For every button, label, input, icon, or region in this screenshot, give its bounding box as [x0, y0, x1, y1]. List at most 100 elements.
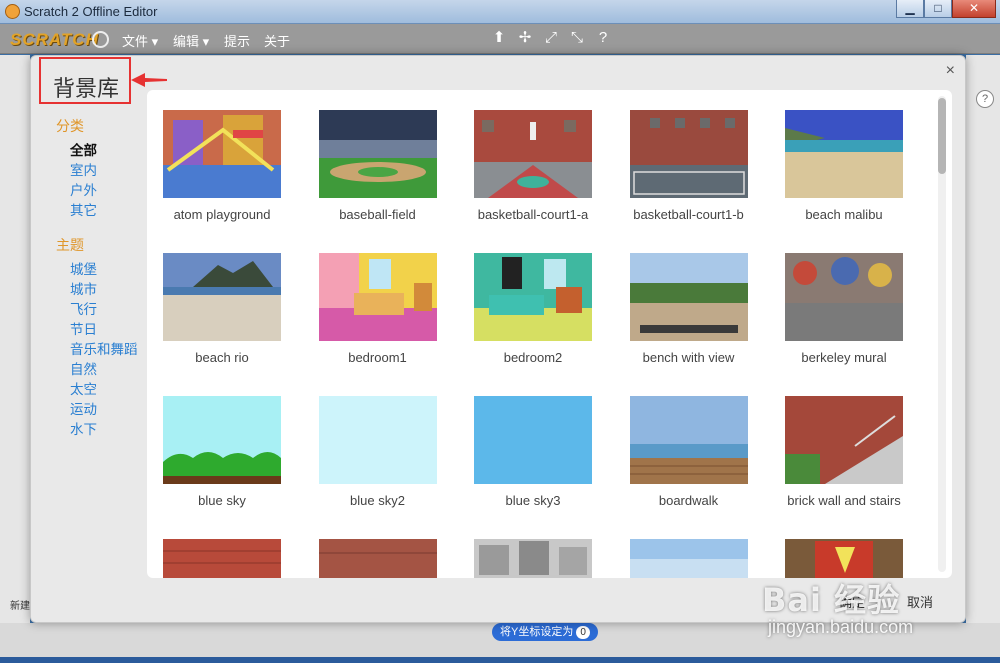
backdrop-tile[interactable]: atom playground [163, 110, 281, 243]
backdrop-label: blue sky [198, 493, 246, 508]
backdrop-tile[interactable]: beach rio [163, 253, 281, 386]
categories-heading: 分类 [56, 118, 84, 134]
ok-button[interactable]: 确定 [839, 592, 865, 611]
category-indoors[interactable]: 室内 [56, 161, 156, 181]
title-highlight-box [39, 57, 131, 104]
themes-heading: 主题 [56, 237, 84, 253]
theme-castle[interactable]: 城堡 [56, 260, 156, 280]
backdrop-thumbnail [474, 539, 592, 578]
annotation-arrow-icon [131, 73, 167, 87]
backdrop-label: beach rio [195, 350, 249, 365]
close-window-button[interactable]: ✕ [952, 0, 996, 18]
theme-space[interactable]: 太空 [56, 380, 156, 400]
set-y-block[interactable]: 将Y坐标设定为 0 [492, 623, 598, 641]
menu-file[interactable]: 文件 ▾ [122, 31, 158, 50]
dialog-close-icon[interactable]: × [946, 62, 955, 80]
backdrop-label: basketball-court1-a [477, 207, 589, 222]
minimize-button[interactable]: ▁ [896, 0, 924, 18]
backdrop-tile[interactable] [474, 539, 592, 578]
backdrop-thumbnail [163, 539, 281, 578]
backdrop-thumbnail [785, 110, 903, 198]
editor-scripts-area [966, 55, 1000, 663]
menu-edit[interactable]: 编辑 ▾ [173, 31, 209, 50]
theme-holiday[interactable]: 节日 [56, 320, 156, 340]
editor-stage-area [0, 55, 30, 663]
backdrop-label: basketball-court1-b [633, 207, 744, 222]
language-globe-icon[interactable] [92, 31, 109, 48]
backdrop-thumbnail [785, 396, 903, 484]
grid-scrollbar[interactable] [938, 96, 946, 572]
backdrop-tile[interactable]: boardwalk [629, 396, 748, 529]
backdrop-label: baseball-field [339, 207, 416, 222]
theme-flying[interactable]: 飞行 [56, 300, 156, 320]
theme-city[interactable]: 城市 [56, 280, 156, 300]
backdrop-tile[interactable]: baseball-field [318, 110, 437, 243]
category-sidebar: 分类 全部 室内 户外 其它 主题 城堡 城市 飞行 节日 音乐和舞蹈 自然 太… [56, 116, 156, 440]
backdrop-tile[interactable]: blue sky [163, 396, 281, 529]
backdrop-tile[interactable]: bedroom1 [318, 253, 437, 386]
theme-underwater[interactable]: 水下 [56, 420, 156, 440]
backdrop-tile[interactable]: bench with view [629, 253, 748, 386]
backdrop-label: bedroom1 [348, 350, 407, 365]
category-other[interactable]: 其它 [56, 201, 156, 221]
backdrop-label: bench with view [642, 350, 735, 365]
scripts-help-icon[interactable]: ? [976, 90, 994, 108]
set-y-block-label: 将Y坐标设定为 [500, 626, 574, 638]
backdrop-tile[interactable] [785, 539, 903, 578]
backdrop-thumbnail [629, 253, 748, 341]
scrollbar-thumb[interactable] [938, 98, 946, 174]
backdrop-grid-panel: atom playground baseball-field basketbal… [147, 90, 952, 578]
grow-icon[interactable]: ⤢ [542, 29, 560, 47]
backdrop-label: berkeley mural [801, 350, 887, 365]
backdrop-thumbnail [318, 253, 437, 341]
backdrop-label: blue sky3 [505, 493, 561, 508]
backdrop-tile[interactable] [163, 539, 281, 578]
backdrop-grid: atom playground baseball-field basketbal… [163, 110, 903, 578]
backdrop-thumbnail [474, 110, 592, 198]
backdrop-thumbnail [163, 396, 281, 484]
set-y-block-value[interactable]: 0 [576, 626, 590, 639]
category-outdoors[interactable]: 户外 [56, 181, 156, 201]
backdrop-tile[interactable]: berkeley mural [785, 253, 903, 386]
backdrop-thumbnail [318, 110, 437, 198]
category-all[interactable]: 全部 [56, 141, 156, 161]
maximize-button[interactable]: □ [924, 0, 952, 18]
editor-bottom-area: 新建 将Y坐标设定为 0 [0, 601, 1000, 657]
os-taskbar [0, 657, 1000, 663]
menu-tips[interactable]: 提示 [224, 31, 250, 50]
backdrop-tile[interactable]: blue sky3 [474, 396, 592, 529]
cursor-tools: ⬆ ✢ ⤢ ⤡ ? [490, 29, 612, 47]
backdrop-tile[interactable] [318, 539, 437, 578]
scratch-logo[interactable]: SCRATCH [10, 30, 99, 50]
window-title: Scratch 2 Offline Editor [24, 4, 158, 19]
backdrop-tile[interactable] [629, 539, 748, 578]
cancel-button[interactable]: 取消 [907, 592, 933, 611]
backdrop-thumbnail [785, 253, 903, 341]
menu-about[interactable]: 关于 [264, 31, 290, 50]
backdrop-thumbnail [163, 110, 281, 198]
backdrop-label: beach malibu [805, 207, 883, 222]
theme-music-dance[interactable]: 音乐和舞蹈 [56, 340, 156, 360]
backdrop-label: atom playground [173, 207, 271, 222]
stamp-icon[interactable]: ⬆ [490, 29, 508, 47]
backdrop-label: bedroom2 [503, 350, 563, 365]
backdrop-tile[interactable]: blue sky2 [318, 396, 437, 529]
backdrop-thumbnail [474, 396, 592, 484]
new-sprite-label: 新建 [10, 601, 30, 612]
backdrop-label: brick wall and stairs [787, 493, 901, 508]
backdrop-label: boardwalk [658, 493, 719, 508]
window-controls: ▁ □ ✕ [896, 0, 996, 18]
help-icon[interactable]: ? [594, 29, 612, 47]
backdrop-thumbnail [629, 110, 748, 198]
backdrop-tile[interactable]: bedroom2 [474, 253, 592, 386]
theme-sports[interactable]: 运动 [56, 400, 156, 420]
backdrop-tile[interactable]: basketball-court1-a [474, 110, 592, 243]
backdrop-thumbnail [318, 539, 437, 578]
backdrop-tile[interactable]: beach malibu [785, 110, 903, 243]
shrink-icon[interactable]: ⤡ [568, 29, 586, 47]
backdrop-tile[interactable]: basketball-court1-b [629, 110, 748, 243]
backdrop-tile[interactable]: brick wall and stairs [785, 396, 903, 529]
cut-icon[interactable]: ✢ [516, 29, 534, 47]
theme-nature[interactable]: 自然 [56, 360, 156, 380]
backdrop-thumbnail [163, 253, 281, 341]
